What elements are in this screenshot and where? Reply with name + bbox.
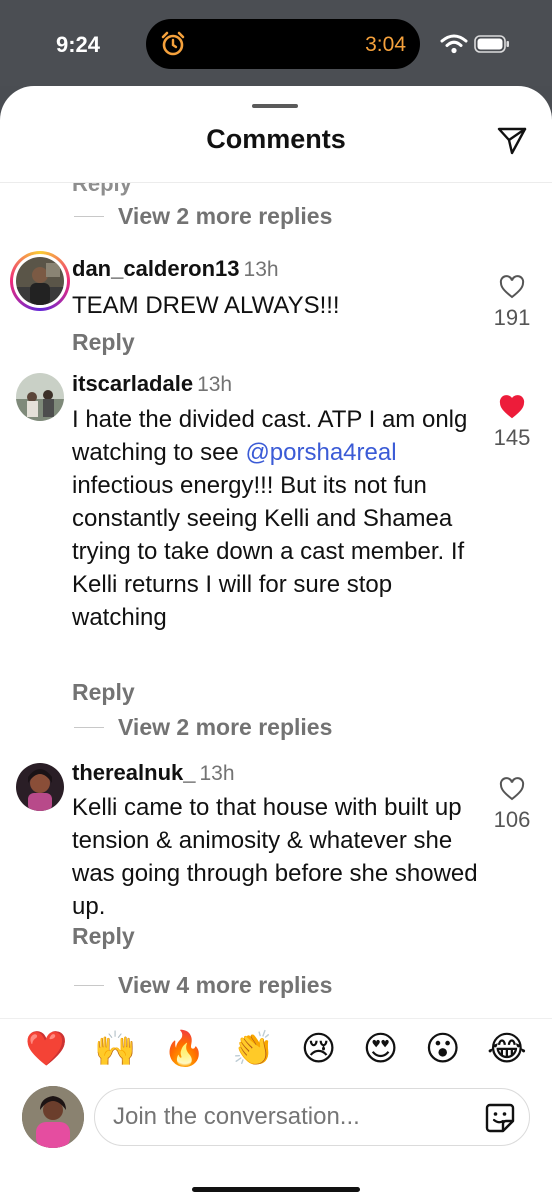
heart-eyes-emoji[interactable]: 😍 xyxy=(363,1032,398,1066)
sheet-grabber[interactable] xyxy=(252,104,298,108)
replies-divider xyxy=(74,216,104,217)
comment-username[interactable]: dan_calderon13 xyxy=(72,256,240,281)
reply-button[interactable]: Reply xyxy=(72,679,135,706)
replies-divider xyxy=(74,985,104,986)
view-more-label: View 2 more replies xyxy=(118,714,333,740)
status-bar: 9:24 3:04 xyxy=(0,0,552,86)
avatar-image xyxy=(22,1086,84,1148)
battery-icon xyxy=(474,35,509,53)
comments-list[interactable]: Reply View 2 more replies dan_calderon13… xyxy=(0,183,552,1003)
surprised-face-emoji[interactable]: 😮 xyxy=(425,1032,460,1066)
tears-of-joy-emoji[interactable]: 😂 xyxy=(487,1032,527,1066)
fire-emoji[interactable]: 🔥 xyxy=(163,1032,205,1066)
comment-header: therealnuk_ 13h xyxy=(72,760,235,786)
comments-sheet: Comments Reply View 2 more replies dan_c… xyxy=(0,86,552,1200)
comment-username[interactable]: itscarladale xyxy=(72,371,193,396)
red-heart-emoji[interactable]: ❤️ xyxy=(25,1032,67,1066)
avatar-image xyxy=(16,763,64,811)
like-count: 106 xyxy=(493,807,531,832)
comment-header: itscarladale 13h xyxy=(72,371,232,397)
comment-time: 13h xyxy=(199,762,235,785)
view-more-label: View 2 more replies xyxy=(118,203,333,229)
comment-text-part: infectious energy!!! But its not fun con… xyxy=(72,472,465,631)
like-button[interactable]: 191 xyxy=(488,275,536,331)
like-count: 145 xyxy=(493,425,531,450)
replies-divider xyxy=(74,727,104,728)
dynamic-island[interactable]: 3:04 xyxy=(146,19,420,69)
sticker-icon[interactable] xyxy=(484,1102,516,1134)
reply-button[interactable]: Reply xyxy=(72,923,135,950)
avatar[interactable] xyxy=(16,373,64,421)
wifi-icon xyxy=(440,34,468,54)
avatar[interactable] xyxy=(16,763,64,811)
comment-time: 13h xyxy=(243,258,279,281)
sheet-title: Comments xyxy=(206,124,346,154)
crying-face-emoji[interactable]: 😢 xyxy=(301,1032,336,1066)
alarm-clock-icon xyxy=(161,31,185,56)
view-more-replies[interactable]: View 2 more replies xyxy=(0,203,332,230)
view-more-replies[interactable]: View 4 more replies xyxy=(0,972,332,999)
reply-button[interactable]: Reply xyxy=(72,329,135,356)
mention-link[interactable]: @porsha4real xyxy=(245,439,396,466)
comment-composer xyxy=(0,1082,552,1162)
island-timer: 3:04 xyxy=(365,33,406,56)
comment-item: therealnuk_ 13h Kelli came to that house … xyxy=(0,760,552,963)
comment-input[interactable] xyxy=(94,1088,530,1146)
like-button[interactable]: 106 xyxy=(488,777,536,833)
comment-time: 13h xyxy=(197,373,233,396)
comment-header: dan_calderon13 13h xyxy=(72,256,279,282)
cutoff-reply-link[interactable]: Reply xyxy=(72,183,132,197)
current-user-avatar[interactable] xyxy=(22,1086,84,1148)
home-indicator[interactable] xyxy=(192,1187,360,1192)
comment-text: TEAM DREW ALWAYS!!! xyxy=(72,292,340,319)
comment-item: dan_calderon13 13h TEAM DREW ALWAYS!!! Re… xyxy=(0,251,552,361)
clapping-hands-emoji[interactable]: 👏 xyxy=(232,1032,274,1066)
paper-plane-icon[interactable] xyxy=(496,124,528,156)
avatar[interactable] xyxy=(10,251,70,311)
like-count: 191 xyxy=(493,305,531,330)
heart-filled-icon xyxy=(499,395,525,419)
view-more-label: View 4 more replies xyxy=(118,972,333,998)
status-time: 9:24 xyxy=(56,32,101,57)
comment-username[interactable]: therealnuk_ xyxy=(72,760,196,785)
comment-text: Kelli came to that house with built up t… xyxy=(72,794,478,920)
comment-item: itscarladale 13h I hate the divided cast.… xyxy=(0,371,552,743)
view-more-replies[interactable]: View 2 more replies xyxy=(0,714,332,741)
raising-hands-emoji[interactable]: 🙌 xyxy=(94,1032,136,1066)
like-button[interactable]: 145 xyxy=(488,395,536,451)
heart-outline-icon xyxy=(499,777,525,801)
reaction-bar: ❤️ 🙌 🔥 👏 😢 😍 😮 😂 xyxy=(0,1018,552,1078)
comment-text: I hate the divided cast. ATP I am onlg w… xyxy=(72,403,482,634)
avatar-image xyxy=(16,373,64,421)
avatar-photo xyxy=(16,257,64,305)
heart-outline-icon xyxy=(499,275,525,299)
avatar-image xyxy=(16,257,64,305)
